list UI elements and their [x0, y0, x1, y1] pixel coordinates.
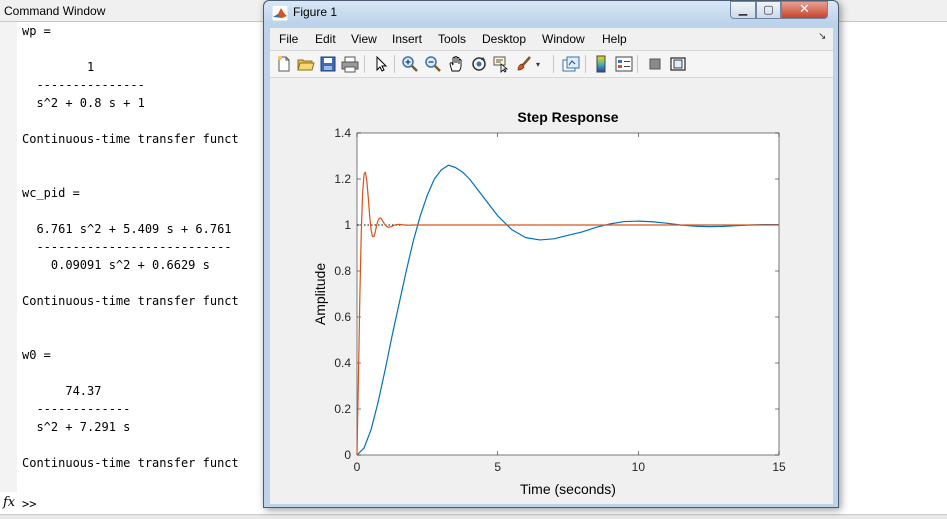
command-output-line: wc_pid =: [22, 186, 80, 200]
menu-desktop[interactable]: Desktop: [482, 32, 526, 46]
minimize-button[interactable]: ▁: [730, 1, 756, 19]
figure-window[interactable]: Figure 1 ▁ ▢ ✕ File Edit View Insert Too…: [263, 0, 839, 508]
function-browser-icon[interactable]: fx: [3, 495, 15, 510]
y-tick-label: 0.8: [334, 264, 351, 278]
matlab-logo-icon: [272, 5, 288, 21]
command-output-line: 6.761 s^2 + 5.409 s + 6.761: [22, 222, 232, 236]
y-tick-label: 0: [344, 448, 351, 462]
command-window-gutter: [0, 22, 17, 519]
toolbar-separator: [394, 55, 395, 73]
colorbar-icon[interactable]: [592, 55, 610, 73]
menu-view[interactable]: View: [351, 32, 377, 46]
maximize-icon: ▢: [763, 3, 774, 16]
command-output-line: 74.37: [22, 384, 102, 398]
menu-edit[interactable]: Edit: [315, 32, 336, 46]
x-tick-label: 5: [494, 460, 501, 474]
brush-icon[interactable]: [515, 55, 533, 73]
new-figure-icon[interactable]: [275, 55, 293, 73]
maximize-button[interactable]: ▢: [756, 1, 781, 19]
command-output-line: 1: [22, 60, 95, 74]
menu-tools[interactable]: Tools: [438, 32, 466, 46]
command-output-line: [22, 328, 262, 346]
command-output-line: [22, 274, 262, 292]
command-output-line: [22, 40, 262, 58]
command-output-line: [22, 112, 262, 130]
axes-box: [356, 132, 780, 456]
menu-insert[interactable]: Insert: [392, 32, 422, 46]
command-output-line: s^2 + 0.8 s + 1: [22, 96, 145, 110]
zoom-in-icon[interactable]: [401, 55, 419, 73]
figure-toolbar: ▾: [270, 50, 833, 78]
figure-client-area: File Edit View Insert Tools Desktop Wind…: [270, 28, 833, 504]
command-output-line: [22, 310, 262, 328]
close-button[interactable]: ✕: [781, 1, 828, 19]
status-bar: [0, 514, 947, 519]
menu-file[interactable]: File: [279, 32, 298, 46]
y-tick-label: 1.2: [334, 172, 351, 186]
command-output-line: Continuous-time transfer funct: [22, 132, 239, 146]
command-output-line: [22, 436, 262, 454]
figure-titlebar[interactable]: Figure 1 ▁ ▢ ✕: [264, 1, 838, 25]
x-tick-label: 0: [354, 460, 361, 474]
command-output-line: Continuous-time transfer funct: [22, 294, 239, 308]
minimize-icon: ▁: [738, 3, 748, 16]
brush-dropdown-icon[interactable]: ▾: [536, 60, 540, 69]
zoom-out-icon[interactable]: [424, 55, 442, 73]
command-window-title: Command Window: [4, 4, 106, 18]
save-icon[interactable]: [319, 55, 337, 73]
command-output-line: ---------------: [22, 78, 145, 92]
step-response-plot[interactable]: 0 5 10 15 0 0.2 0.4 0.6 0.8 1 1.2 1.4 Step Response…: [270, 78, 833, 504]
command-output-line: -------------: [22, 402, 131, 416]
command-output-line: ---------------------------: [22, 240, 232, 254]
figure-menubar: File Edit View Insert Tools Desktop Wind…: [270, 28, 833, 50]
toolbar-separator: [585, 55, 586, 73]
menu-help[interactable]: Help: [602, 32, 627, 46]
command-window-output: wp = 1 --------------- s^2 + 0.8 s + 1 C…: [22, 22, 262, 472]
command-output-line: [22, 166, 262, 184]
y-tick-label: 0.4: [334, 356, 351, 370]
x-axis-label: Time (seconds): [520, 481, 616, 497]
axes-area[interactable]: 0 5 10 15 0 0.2 0.4 0.6 0.8 1 1.2 1.4 Step Response…: [270, 78, 833, 504]
toolbar-separator: [364, 55, 365, 73]
command-output-line: 0.09091 s^2 + 0.6629 s: [22, 258, 210, 272]
close-icon: ✕: [799, 2, 810, 17]
open-file-icon[interactable]: [297, 55, 315, 73]
pan-icon[interactable]: [447, 55, 465, 73]
command-output-line: [22, 364, 262, 382]
print-icon[interactable]: [341, 55, 359, 73]
x-tick-label: 15: [772, 460, 786, 474]
link-plot-icon[interactable]: [562, 55, 580, 73]
show-plot-tools-icon[interactable]: [669, 55, 687, 73]
y-tick-label: 1: [344, 218, 351, 232]
command-prompt[interactable]: >>: [22, 497, 36, 511]
command-output-line: wp =: [22, 24, 51, 38]
hide-plot-tools-icon[interactable]: [646, 55, 664, 73]
rotate-3d-icon[interactable]: [470, 55, 488, 73]
y-tick-label: 1.4: [334, 126, 351, 140]
command-output-line: Continuous-time transfer funct: [22, 456, 239, 470]
select-arrow-icon[interactable]: [372, 55, 390, 73]
command-output-line: s^2 + 7.291 s: [22, 420, 131, 434]
chart-title: Step Response: [517, 109, 618, 125]
command-output-line: w0 =: [22, 348, 51, 362]
y-tick-label: 0.2: [334, 402, 351, 416]
y-tick-label: 0.6: [334, 310, 351, 324]
figure-title: Figure 1: [293, 5, 338, 19]
y-axis-label: Amplitude: [312, 263, 328, 325]
menu-window[interactable]: Window: [542, 32, 585, 46]
dock-arrow-icon[interactable]: ↘: [818, 31, 826, 42]
command-output-line: [22, 202, 262, 220]
command-output-line: [22, 148, 262, 166]
toolbar-separator: [637, 55, 638, 73]
toolbar-separator: [553, 55, 554, 73]
legend-icon[interactable]: [615, 55, 633, 73]
x-tick-label: 10: [632, 460, 646, 474]
data-cursor-icon[interactable]: [492, 55, 510, 73]
